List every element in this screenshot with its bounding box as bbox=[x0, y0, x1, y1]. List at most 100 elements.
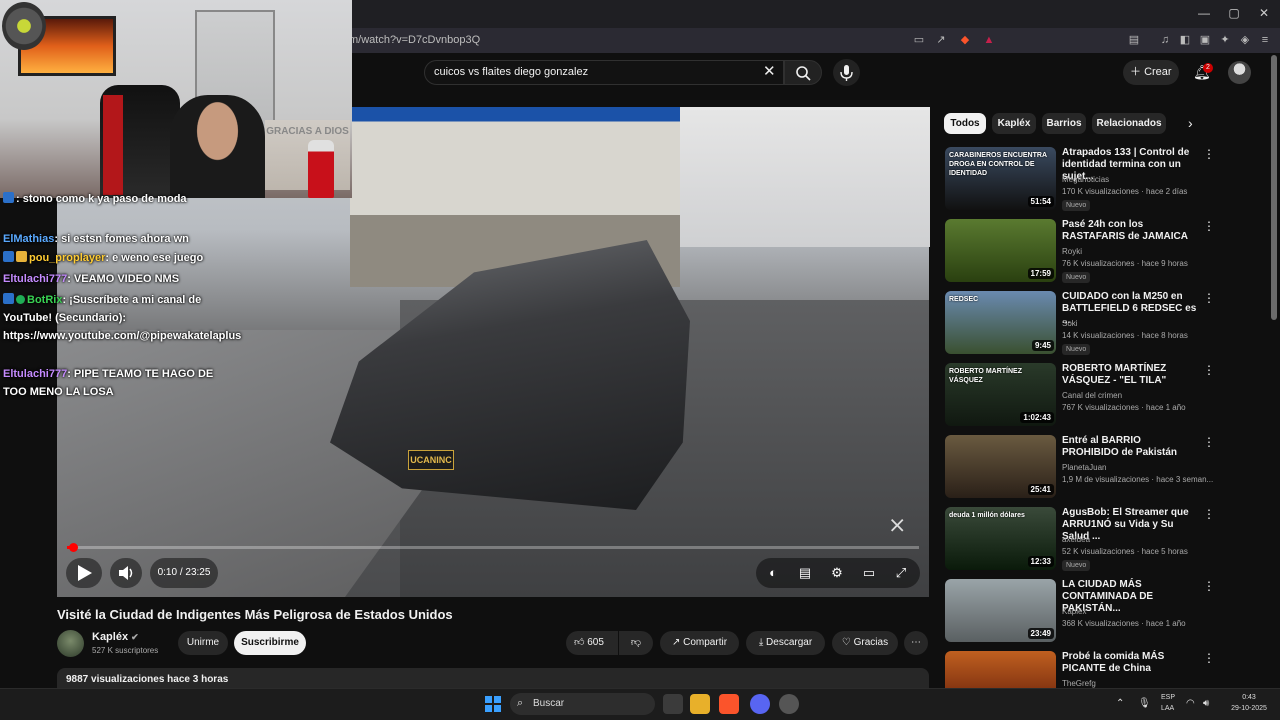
create-button[interactable]: ＋ Crear bbox=[1123, 60, 1179, 85]
chip-barrios[interactable]: Barrios bbox=[1042, 113, 1086, 134]
file-explorer-icon[interactable] bbox=[690, 694, 710, 714]
recommendation-meta: 14 K visualizaciones · hace 8 horas bbox=[1062, 331, 1188, 340]
task-view-icon[interactable] bbox=[663, 694, 683, 714]
music-icon[interactable]: ♫ bbox=[1158, 33, 1172, 47]
recommendation-title[interactable]: CUIDADO con la M250 en BATTLEFIELD 6 RED… bbox=[1062, 291, 1200, 327]
recommendation-title[interactable]: Pasé 24h con los RASTAFARIS de JAMAICA bbox=[1062, 219, 1200, 243]
subscribe-button[interactable]: Suscribirme bbox=[234, 631, 306, 655]
time-display: 0:10 / 23:25 bbox=[150, 558, 218, 588]
volume-button[interactable] bbox=[110, 558, 142, 588]
fullscreen-icon[interactable]: ⤢ bbox=[893, 565, 909, 581]
theater-mode-icon[interactable]: ▭ bbox=[861, 565, 877, 581]
clock-date[interactable]: 29-10-2025 bbox=[1222, 705, 1276, 712]
clock-time[interactable]: 0:43 bbox=[1229, 694, 1269, 701]
download-button[interactable]: ⤓ Descargar bbox=[746, 631, 825, 655]
vpn-icon[interactable]: ◈ bbox=[1238, 33, 1252, 47]
language-indicator[interactable]: ESP bbox=[1161, 694, 1175, 701]
new-badge: Nuevo bbox=[1062, 344, 1091, 355]
streamer-webcam: GRACIAS A DIOS bbox=[0, 0, 352, 198]
recommendation-title[interactable]: Probé la comida MÁS PICANTE de China bbox=[1062, 651, 1200, 675]
speaker-icon[interactable]: 🔊︎ bbox=[1203, 698, 1209, 709]
more-options-icon[interactable]: ⋮ bbox=[1203, 435, 1215, 449]
scrollbar[interactable] bbox=[1271, 55, 1277, 320]
recommendation-title[interactable]: ROBERTO MARTÍNEZ VÁSQUEZ - "EL TILA" bbox=[1062, 363, 1200, 387]
recommendation-channel[interactable]: PlanetaJuan bbox=[1062, 463, 1106, 472]
obs-icon[interactable] bbox=[779, 694, 799, 714]
more-options-icon[interactable]: ⋮ bbox=[1203, 651, 1215, 665]
share-button[interactable]: ↗ Compartir bbox=[660, 631, 739, 655]
chip-all[interactable]: Todos bbox=[944, 113, 986, 134]
recommendation-channel[interactable]: Kapléx bbox=[1062, 607, 1086, 616]
brave-rewards-icon[interactable]: ▲ bbox=[982, 33, 996, 47]
chat-text: : e weno ese juego bbox=[105, 252, 204, 264]
thumbs-down-icon: 👎︎ bbox=[630, 637, 642, 648]
voice-search-button[interactable] bbox=[833, 59, 860, 86]
wifi-icon[interactable]: ◠ bbox=[1186, 698, 1195, 709]
chip-relacionados[interactable]: Relacionados bbox=[1092, 113, 1166, 134]
progress-bar[interactable] bbox=[67, 546, 919, 549]
brave-browser-icon[interactable] bbox=[719, 694, 739, 714]
wallet-icon[interactable]: ▣ bbox=[1198, 33, 1212, 47]
clear-search-icon[interactable]: ✕ bbox=[763, 62, 776, 80]
thanks-button[interactable]: ♡ Gracias bbox=[832, 631, 898, 655]
taskbar-search-icon: ⌕ bbox=[517, 697, 524, 709]
new-badge: Nuevo bbox=[1062, 560, 1091, 571]
taskbar-search[interactable] bbox=[510, 693, 655, 715]
discord-icon[interactable] bbox=[750, 694, 770, 714]
cast-icon[interactable]: ▭ bbox=[912, 33, 926, 47]
brave-shield-icon[interactable]: ◆ bbox=[958, 33, 972, 47]
verified-icon: ✔ bbox=[131, 632, 139, 642]
account-avatar[interactable] bbox=[1228, 61, 1251, 84]
recommendation-channel[interactable]: Royki bbox=[1062, 247, 1082, 256]
recommendation-channel[interactable]: Soki bbox=[1062, 319, 1078, 328]
menu-icon[interactable]: ≡ bbox=[1258, 33, 1272, 47]
chat-text: : stono como k ya paso de moda bbox=[16, 193, 187, 205]
dislike-button[interactable]: 👎︎ bbox=[619, 631, 653, 655]
tray-overflow-icon[interactable]: ⌃ bbox=[1116, 698, 1124, 709]
more-options-icon[interactable]: ⋮ bbox=[1203, 147, 1215, 161]
new-badge: Nuevo bbox=[1062, 272, 1091, 283]
url-text[interactable]: m/watch?v=D7cDvnbop3Q bbox=[349, 34, 480, 46]
maximize-button[interactable]: ▢ bbox=[1227, 6, 1241, 20]
chevron-right-icon[interactable]: › bbox=[1188, 115, 1193, 131]
close-window-button[interactable]: ✕ bbox=[1257, 6, 1271, 20]
join-button[interactable]: Unirme bbox=[178, 631, 228, 655]
mic-icon bbox=[840, 65, 853, 81]
windows-start-icon[interactable] bbox=[483, 694, 503, 714]
search-query-text[interactable]: cuicos vs flaites diego gonzalez bbox=[434, 66, 588, 78]
autoplay-toggle-icon[interactable]: ◐ bbox=[765, 565, 781, 580]
more-options-icon[interactable]: ⋮ bbox=[1203, 363, 1215, 377]
download-icon: ⤓ bbox=[758, 637, 767, 648]
recommendation-channel[interactable]: TheGrefg bbox=[1062, 679, 1096, 688]
progress-scrubber[interactable] bbox=[68, 543, 78, 552]
more-options-icon[interactable]: ⋮ bbox=[1203, 219, 1215, 233]
share-page-icon[interactable]: ↗ bbox=[934, 33, 948, 47]
more-options-icon[interactable]: ⋮ bbox=[1203, 291, 1215, 305]
more-actions-button[interactable]: ⋯ bbox=[904, 631, 928, 655]
play-button[interactable] bbox=[66, 558, 102, 588]
recommendation-meta: 368 K visualizaciones · hace 1 año bbox=[1062, 619, 1186, 628]
channel-name[interactable]: Kapléx ✔ bbox=[92, 631, 139, 643]
thumbnail-text: REDSEC bbox=[949, 296, 979, 303]
chat-badge-icon bbox=[3, 192, 14, 203]
chat-message: Eltulachi777: VEAMO VIDEO NMS bbox=[3, 270, 238, 288]
leo-ai-icon[interactable]: ✦ bbox=[1218, 33, 1232, 47]
video-duration: 12:33 bbox=[1027, 556, 1054, 567]
channel-avatar[interactable] bbox=[57, 630, 84, 657]
recommendation-channel[interactable]: axeldea bbox=[1062, 535, 1090, 544]
like-button[interactable]: 👍︎ 605 bbox=[566, 631, 618, 655]
recommendation-title[interactable]: Entré al BARRIO PROHIBIDO de Pakistán bbox=[1062, 435, 1200, 459]
recommendation-channel[interactable]: Meganoticias bbox=[1062, 175, 1109, 184]
reader-mode-icon[interactable]: ▤ bbox=[1127, 33, 1141, 47]
search-button[interactable] bbox=[784, 60, 822, 85]
more-options-icon[interactable]: ⋮ bbox=[1203, 579, 1215, 593]
keyboard-layout-indicator[interactable]: LAA bbox=[1161, 705, 1174, 712]
minimize-button[interactable]: — bbox=[1197, 6, 1211, 20]
settings-gear-icon[interactable]: ⚙ bbox=[829, 565, 845, 581]
recommendation-channel[interactable]: Canal del crimen bbox=[1062, 391, 1122, 400]
sidebar-icon[interactable]: ◧ bbox=[1178, 33, 1192, 47]
subtitles-icon[interactable]: ▤ bbox=[797, 565, 813, 581]
more-options-icon[interactable]: ⋮ bbox=[1203, 507, 1215, 521]
chip-kaplex[interactable]: Kapléx bbox=[992, 113, 1036, 134]
microphone-tray-icon[interactable]: 🎙︎ bbox=[1138, 698, 1151, 709]
